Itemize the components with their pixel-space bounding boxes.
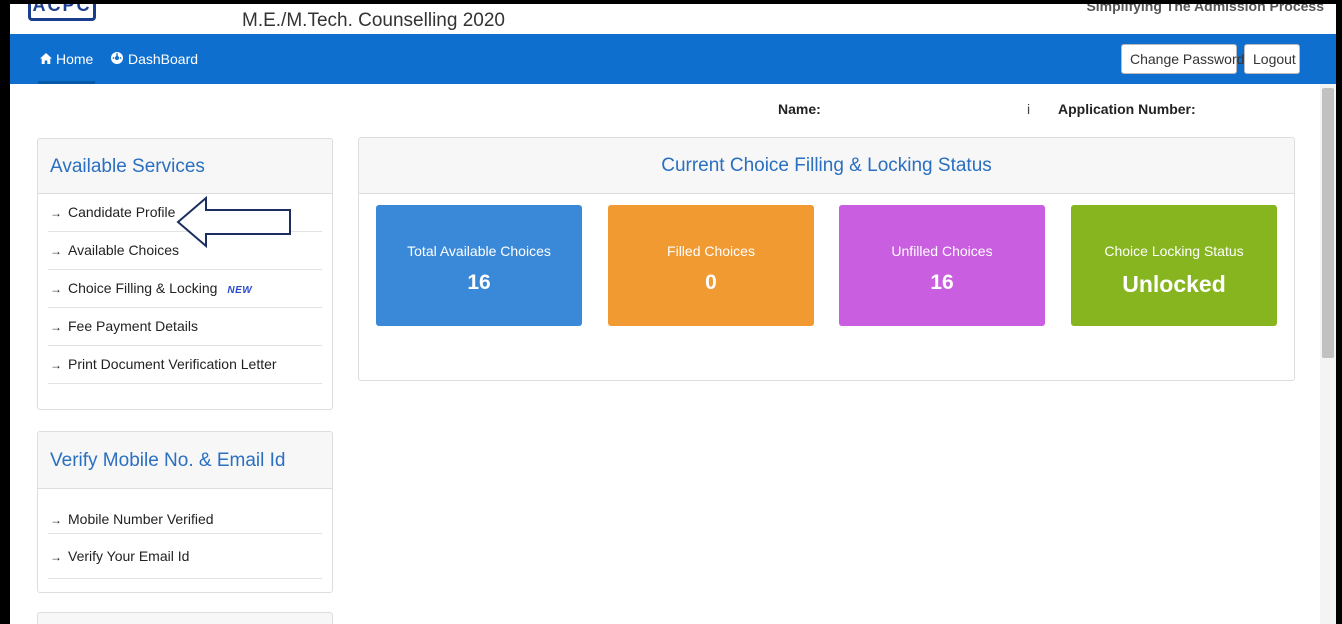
verify-label: Mobile Number Verified — [68, 511, 214, 527]
verify-email-link[interactable]: → Verify Your Email Id — [48, 534, 322, 579]
service-label: Print Document Verification Letter — [68, 356, 277, 372]
candidate-name-value: i — [1027, 101, 1031, 117]
site-logo: ACPC — [28, 4, 96, 21]
verify-contact-panel: Verify Mobile No. & Email Id → Mobile Num… — [37, 431, 333, 593]
site-tagline: Simplifying The Admission Process — [1086, 4, 1324, 14]
total-available-choices-card: Total Available Choices 16 — [376, 205, 582, 326]
filled-choices-card: Filled Choices 0 — [608, 205, 814, 326]
frame-border-right — [1336, 0, 1342, 624]
arrow-right-icon: → — [50, 513, 62, 527]
nav-dashboard[interactable]: DashBoard — [110, 34, 198, 84]
arrow-right-icon: → — [50, 358, 62, 372]
unfilled-choices-card: Unfilled Choices 16 — [839, 205, 1045, 326]
card-value: 16 — [467, 271, 491, 294]
service-label: Choice Filling & Locking — [68, 280, 218, 296]
outline-arrow-left-icon — [176, 196, 291, 248]
arrow-right-icon: → — [50, 550, 62, 564]
new-badge: NEW — [227, 285, 253, 296]
choice-status-title: Current Choice Filling & Locking Status — [359, 138, 1294, 194]
scrollbar-thumb[interactable] — [1322, 88, 1334, 358]
mobile-number-verified-link[interactable]: → Mobile Number Verified — [48, 489, 322, 534]
arrow-right-icon: → — [50, 244, 62, 258]
frame-border-top — [0, 0, 1342, 4]
frame-border-left — [0, 0, 10, 624]
site-title: M.E./M.Tech. Counselling 2020 — [242, 10, 505, 31]
home-icon — [40, 35, 52, 85]
available-services-panel: Available Services → Candidate Profile → A… — [37, 138, 333, 410]
top-navbar: Home DashBoard Change Password Logout — [10, 34, 1336, 84]
verify-contact-title: Verify Mobile No. & Email Id — [38, 432, 332, 489]
service-fee-payment-details[interactable]: → Fee Payment Details — [48, 308, 322, 346]
card-label: Total Available Choices — [407, 243, 551, 259]
app-window: ACPC M.E./M.Tech. Counselling 2020 Simpl… — [0, 0, 1342, 624]
candidate-name-label: Name: — [778, 101, 821, 117]
verify-list: → Mobile Number Verified → Verify Your Ema… — [38, 489, 332, 579]
arrow-right-icon: → — [50, 206, 62, 220]
nav-home[interactable]: Home — [38, 34, 96, 85]
service-choice-filling-locking[interactable]: → Choice Filling & Locking NEW — [48, 270, 322, 308]
nav-dashboard-label: DashBoard — [128, 51, 199, 67]
change-password-button[interactable]: Change Password — [1121, 44, 1244, 74]
card-label: Unfilled Choices — [891, 243, 993, 259]
dashboard-icon — [110, 35, 124, 85]
next-panel-header — [37, 612, 333, 624]
nav-home-label: Home — [56, 51, 94, 67]
card-label: Choice Locking Status — [1104, 243, 1244, 259]
available-services-title: Available Services — [38, 139, 332, 194]
card-label: Filled Choices — [667, 243, 755, 259]
site-header: ACPC M.E./M.Tech. Counselling 2020 Simpl… — [10, 4, 1336, 34]
service-label: Available Choices — [68, 242, 180, 258]
choice-locking-status-card: Choice Locking Status Unlocked — [1071, 205, 1277, 326]
card-value: 16 — [930, 271, 954, 294]
service-label: Candidate Profile — [68, 204, 176, 220]
arrow-right-icon: → — [50, 282, 62, 296]
card-value: Unlocked — [1122, 271, 1226, 297]
service-print-verification-letter[interactable]: → Print Document Verification Letter — [48, 346, 322, 384]
service-label: Fee Payment Details — [68, 318, 198, 334]
card-value: 0 — [705, 271, 717, 294]
arrow-right-icon: → — [50, 320, 62, 334]
verify-label: Verify Your Email Id — [68, 548, 190, 564]
logout-button[interactable]: Logout — [1244, 44, 1300, 74]
application-number-label: Application Number: — [1058, 101, 1196, 117]
